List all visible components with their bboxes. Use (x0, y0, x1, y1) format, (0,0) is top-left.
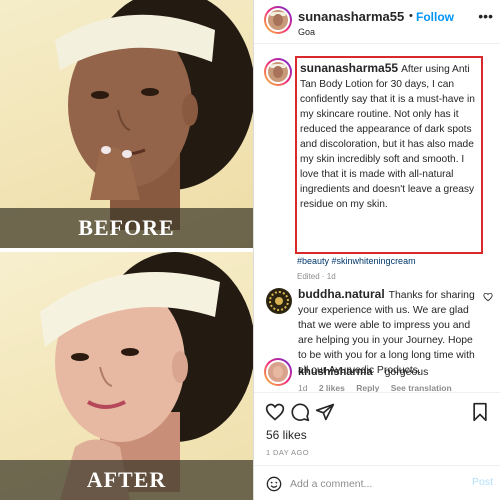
caption-author-avatar[interactable] (264, 58, 292, 86)
comment-body: gorgeous (384, 366, 429, 378)
caption-hashtags[interactable]: #beauty #skinwhiteningcream (297, 256, 416, 266)
reply-comment: buddha.natural Thanks for sharing your ex… (298, 287, 484, 378)
share-icon[interactable] (315, 402, 335, 422)
post-header: sunanasharma55 • Follow Goa ••• (254, 0, 500, 44)
caption-highlight-box: sunanasharma55 After using Anti Tan Body … (295, 56, 483, 254)
before-photo: BEFORE (0, 0, 253, 248)
reply-meta: 1d 2 likes Reply See translation (298, 383, 461, 392)
avatar-image (266, 60, 290, 84)
post-actions (254, 392, 500, 432)
post-image[interactable]: BEFORE AFTER (0, 0, 253, 500)
after-label: AFTER (0, 460, 253, 500)
avatar-center (275, 297, 283, 305)
reply-button[interactable]: Reply (356, 383, 379, 392)
reply-time: 1d (298, 383, 308, 392)
reply-body: Thanks for sharing your experience with … (298, 290, 475, 376)
like-comment-heart-icon[interactable] (483, 292, 493, 302)
avatar-image (266, 8, 290, 32)
reply-author-avatar[interactable] (266, 288, 292, 314)
reply-username[interactable]: buddha.natural (298, 287, 385, 301)
after-photo: AFTER (0, 252, 253, 500)
see-translation-button[interactable]: See translation (391, 383, 452, 392)
post-timestamp: 1 DAY AGO (266, 448, 309, 457)
caption-body: After using Anti Tan Body Lotion for 30 … (300, 64, 475, 210)
comment: khushisharma gorgeous (298, 366, 428, 378)
add-comment-bar: Post (254, 465, 500, 500)
follow-button[interactable]: Follow (416, 10, 454, 24)
likes-count[interactable]: 56 likes (266, 428, 307, 442)
heart-icon[interactable] (265, 402, 285, 422)
post-sidebar: sunanasharma55 • Follow Goa ••• sunanash… (253, 0, 500, 500)
commenter-avatar[interactable] (264, 358, 292, 386)
separator-dot: • (409, 10, 413, 22)
caption-meta: Edited · 1d (297, 272, 336, 281)
reply-likes[interactable]: 2 likes (319, 383, 345, 392)
caption-username[interactable]: sunanasharma55 (300, 61, 398, 75)
comment-icon[interactable] (290, 402, 310, 422)
before-label: BEFORE (0, 208, 253, 248)
more-horizontal-icon[interactable]: ••• (478, 8, 493, 24)
caption: sunanasharma55 After using Anti Tan Body … (300, 61, 478, 212)
post-comment-button[interactable]: Post (472, 476, 493, 488)
avatar-image (266, 360, 290, 384)
post-location[interactable]: Goa (298, 27, 315, 37)
author-avatar[interactable] (264, 6, 292, 34)
emoji-icon[interactable] (266, 476, 282, 492)
comment-input[interactable] (290, 475, 460, 493)
comments-list[interactable]: sunanasharma55 After using Anti Tan Body … (254, 44, 500, 392)
bookmark-icon[interactable] (470, 402, 490, 422)
author-username[interactable]: sunanasharma55 (298, 9, 404, 24)
comment-username[interactable]: khushisharma (298, 366, 373, 378)
